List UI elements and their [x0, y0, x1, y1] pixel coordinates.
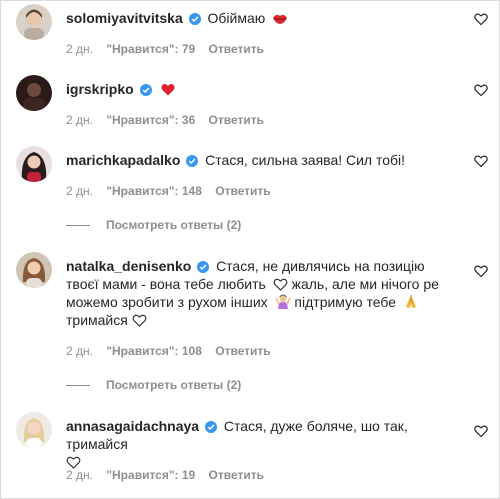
reply-button[interactable]: Ответить: [209, 113, 264, 127]
comment-meta: 2 дн. "Нравится": 148 Ответить: [66, 184, 281, 198]
comment-body: natalka_denisenko Стася, не дивлячись на…: [66, 257, 461, 329]
divider-line: [66, 224, 90, 226]
view-replies-label: Посмотреть ответы (2): [106, 378, 242, 392]
white-heart-icon: [273, 278, 288, 291]
reply-button[interactable]: Ответить: [215, 344, 270, 358]
comment-likes[interactable]: "Нравится": 148: [106, 184, 202, 198]
comment-text: Обіймаю: [207, 10, 266, 26]
avatar[interactable]: [16, 75, 52, 111]
comment-body: marichkapadalko Стася, сильна заява! Сил…: [66, 151, 461, 169]
like-heart-icon[interactable]: [474, 424, 488, 438]
verified-badge-icon: [186, 155, 199, 167]
comment-text: підтримую тебе: [294, 294, 397, 310]
comment-body: solomiyavitvitska Обіймаю: [66, 9, 461, 27]
like-heart-icon[interactable]: [474, 154, 488, 168]
reply-button[interactable]: Ответить: [209, 42, 264, 56]
white-heart-icon: [132, 314, 147, 327]
comment-username[interactable]: solomiyavitvitska: [66, 10, 183, 26]
comment-body: igrskripko: [66, 80, 461, 98]
like-heart-icon[interactable]: [474, 12, 488, 26]
reply-button[interactable]: Ответить: [209, 468, 264, 482]
comment-likes[interactable]: "Нравится": 108: [106, 344, 202, 358]
avatar[interactable]: [16, 412, 52, 448]
comment-likes[interactable]: "Нравится": 19: [106, 468, 195, 482]
like-heart-icon[interactable]: [474, 83, 488, 97]
verified-badge-icon: [197, 261, 210, 273]
comment-meta: 2 дн. "Нравится": 36 Ответить: [66, 113, 274, 127]
comment-body: annasagaidachnaya Стася, дуже боляче, шо…: [66, 417, 461, 471]
avatar[interactable]: [16, 252, 52, 288]
red-heart-icon: [161, 84, 176, 96]
avatar[interactable]: [16, 4, 52, 40]
comment-text: тримайся: [66, 312, 128, 328]
kiss-lips-icon: [273, 14, 288, 24]
comment-username[interactable]: igrskripko: [66, 81, 134, 97]
avatar[interactable]: [16, 146, 52, 182]
view-replies-label: Посмотреть ответы (2): [106, 218, 242, 232]
comment-time: 2 дн.: [66, 344, 93, 358]
verified-badge-icon: [139, 84, 152, 96]
folded-hands-icon: [405, 295, 416, 308]
comment-time: 2 дн.: [66, 184, 93, 198]
comment-username[interactable]: natalka_denisenko: [66, 258, 191, 274]
comment-username[interactable]: annasagaidachnaya: [66, 418, 199, 434]
comment-likes[interactable]: "Нравится": 79: [106, 42, 195, 56]
verified-badge-icon: [188, 13, 201, 25]
view-replies-button[interactable]: Посмотреть ответы (2): [66, 218, 241, 232]
comment-time: 2 дн.: [66, 468, 93, 482]
woman-gesturing-icon: [274, 294, 291, 309]
comment-time: 2 дн.: [66, 42, 93, 56]
comment-username[interactable]: marichkapadalko: [66, 152, 180, 168]
comment-meta: 2 дн. "Нравится": 79 Ответить: [66, 42, 274, 56]
comment-time: 2 дн.: [66, 113, 93, 127]
comment-meta: 2 дн. "Нравится": 19 Ответить: [66, 468, 274, 482]
verified-badge-icon: [204, 421, 217, 433]
view-replies-button[interactable]: Посмотреть ответы (2): [66, 378, 241, 392]
comment-text: Стася, сильна заява! Сил тобі!: [205, 152, 406, 168]
comment-meta: 2 дн. "Нравится": 108 Ответить: [66, 344, 281, 358]
comment-likes[interactable]: "Нравится": 36: [106, 113, 195, 127]
divider-line: [66, 384, 90, 386]
like-heart-icon[interactable]: [474, 264, 488, 278]
reply-button[interactable]: Ответить: [215, 184, 270, 198]
